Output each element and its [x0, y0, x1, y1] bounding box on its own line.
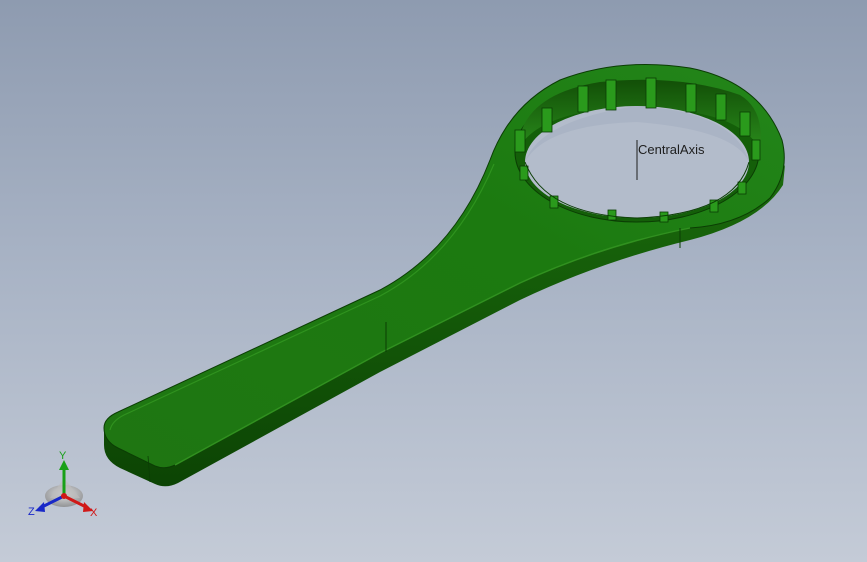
triad-x-label: X — [90, 507, 98, 519]
view-triad[interactable]: Y X Z — [28, 450, 98, 519]
graphics-viewport[interactable]: CentralAxis Y X Z — [0, 0, 867, 562]
model-view[interactable]: CentralAxis Y X Z — [0, 0, 867, 562]
triad-z-label: Z — [28, 506, 35, 518]
central-axis-label[interactable]: CentralAxis — [638, 142, 705, 157]
triad-y-label: Y — [59, 450, 67, 462]
